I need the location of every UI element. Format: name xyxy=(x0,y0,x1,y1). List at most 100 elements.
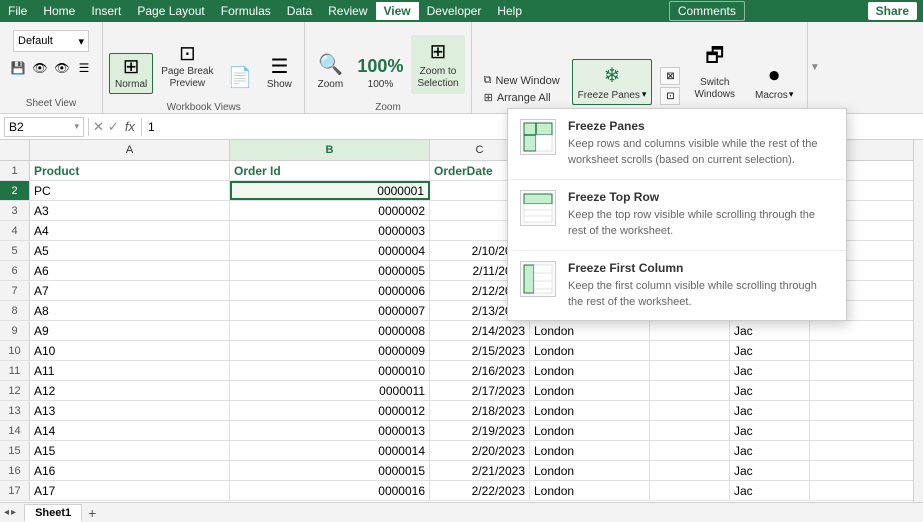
cell-b3[interactable]: 0000002 xyxy=(230,201,430,220)
col-header-b[interactable]: B xyxy=(230,140,430,160)
zoom-to-selection-button[interactable]: ⊞ Zoom toSelection xyxy=(411,35,464,94)
cell-a6[interactable]: A6 xyxy=(30,261,230,280)
vertical-scrollbar[interactable] xyxy=(913,140,923,502)
table-row[interactable]: 11 A11 0000010 2/16/2023 London Jac xyxy=(0,361,923,381)
cell-a16[interactable]: A16 xyxy=(30,461,230,480)
cell-d14[interactable]: London xyxy=(530,421,650,440)
menu-icon[interactable]: ☰ xyxy=(74,58,94,78)
cell-a14[interactable]: A14 xyxy=(30,421,230,440)
cell-a9[interactable]: A9 xyxy=(30,321,230,340)
cell-c11[interactable]: 2/16/2023 xyxy=(430,361,530,380)
cell-e10[interactable] xyxy=(650,341,730,360)
name-box-dropdown[interactable]: ▾ xyxy=(74,121,79,132)
menu-view[interactable]: View xyxy=(376,2,419,20)
cell-a5[interactable]: A5 xyxy=(30,241,230,260)
show-button[interactable]: ☰ Show xyxy=(260,53,298,94)
cell-d13[interactable]: London xyxy=(530,401,650,420)
cell-e15[interactable] xyxy=(650,441,730,460)
cell-c9[interactable]: 2/14/2023 xyxy=(430,321,530,340)
name-box[interactable]: B2 ▾ xyxy=(4,117,84,137)
cell-f13[interactable]: Jac xyxy=(730,401,810,420)
table-row[interactable]: 13 A13 0000012 2/18/2023 London Jac xyxy=(0,401,923,421)
cell-b16[interactable]: 0000015 xyxy=(230,461,430,480)
cell-c15[interactable]: 2/20/2023 xyxy=(430,441,530,460)
cell-f10[interactable]: Jac xyxy=(730,341,810,360)
sheet-view-dropdown[interactable]: Default ▾ xyxy=(13,30,89,52)
menu-developer[interactable]: Developer xyxy=(419,2,490,20)
menu-data[interactable]: Data xyxy=(279,2,320,20)
cell-a1[interactable]: Product xyxy=(30,161,230,180)
page-break-preview-button[interactable]: ⊡ Page BreakPreview xyxy=(155,40,219,94)
add-sheet-button[interactable]: + xyxy=(88,505,96,521)
cell-b15[interactable]: 0000014 xyxy=(230,441,430,460)
eye2-icon[interactable]: 👁 xyxy=(52,58,72,78)
cell-e13[interactable] xyxy=(650,401,730,420)
cell-b8[interactable]: 0000007 xyxy=(230,301,430,320)
cell-a4[interactable]: A4 xyxy=(30,221,230,240)
sheet-next-icon[interactable]: ▸ xyxy=(11,507,16,518)
cell-d15[interactable]: London xyxy=(530,441,650,460)
cell-a15[interactable]: A15 xyxy=(30,441,230,460)
cell-b11[interactable]: 0000010 xyxy=(230,361,430,380)
table-row[interactable]: 16 A16 0000015 2/21/2023 London Jac xyxy=(0,461,923,481)
macros-button[interactable]: ⏺ Macros ▾ xyxy=(749,61,799,105)
eye-icon[interactable]: 👁 xyxy=(30,58,50,78)
cell-b4[interactable]: 0000003 xyxy=(230,221,430,240)
cell-a3[interactable]: A3 xyxy=(30,201,230,220)
cell-d11[interactable]: London xyxy=(530,361,650,380)
switch-windows-button[interactable]: 🗗 SwitchWindows xyxy=(688,37,741,105)
cell-f17[interactable]: Jac xyxy=(730,481,810,500)
cell-c16[interactable]: 2/21/2023 xyxy=(430,461,530,480)
cell-e11[interactable] xyxy=(650,361,730,380)
cell-a11[interactable]: A11 xyxy=(30,361,230,380)
zoom-button[interactable]: 🔍 Zoom xyxy=(311,48,349,94)
cell-d16[interactable]: London xyxy=(530,461,650,480)
cell-b2[interactable]: 0000001 xyxy=(230,181,430,200)
cell-c12[interactable]: 2/17/2023 xyxy=(430,381,530,400)
cell-b9[interactable]: 0000008 xyxy=(230,321,430,340)
cell-b6[interactable]: 0000005 xyxy=(230,261,430,280)
cell-b5[interactable]: 0000004 xyxy=(230,241,430,260)
cell-b12[interactable]: 0000011 xyxy=(230,381,430,400)
sheet-prev-icon[interactable]: ◂ xyxy=(4,507,9,518)
cell-f15[interactable]: Jac xyxy=(730,441,810,460)
cell-f11[interactable]: Jac xyxy=(730,361,810,380)
cell-b14[interactable]: 0000013 xyxy=(230,421,430,440)
menu-help[interactable]: Help xyxy=(489,2,530,20)
menu-home[interactable]: Home xyxy=(35,2,83,20)
menu-page-layout[interactable]: Page Layout xyxy=(129,2,212,20)
cell-b1[interactable]: Order Id xyxy=(230,161,430,180)
save-icon[interactable]: 💾 xyxy=(8,58,28,78)
table-row[interactable]: 17 A17 0000016 2/22/2023 London Jac xyxy=(0,481,923,501)
freeze-top-row-item[interactable]: Freeze Top Row Keep the top row visible … xyxy=(508,180,846,251)
menu-insert[interactable]: Insert xyxy=(83,2,129,20)
cell-d12[interactable]: London xyxy=(530,381,650,400)
cell-b10[interactable]: 0000009 xyxy=(230,341,430,360)
cell-a2[interactable]: PC xyxy=(30,181,230,200)
cell-a10[interactable]: A10 xyxy=(30,341,230,360)
cell-e16[interactable] xyxy=(650,461,730,480)
cell-d9[interactable]: London xyxy=(530,321,650,340)
cell-c13[interactable]: 2/18/2023 xyxy=(430,401,530,420)
zoom-100-button[interactable]: 100% 100% xyxy=(351,52,409,94)
cell-a7[interactable]: A7 xyxy=(30,281,230,300)
cell-f16[interactable]: Jac xyxy=(730,461,810,480)
table-row[interactable]: 15 A15 0000014 2/20/2023 London Jac xyxy=(0,441,923,461)
cell-c14[interactable]: 2/19/2023 xyxy=(430,421,530,440)
sheet-tab-sheet1[interactable]: Sheet1 xyxy=(24,504,82,522)
cell-b17[interactable]: 0000016 xyxy=(230,481,430,500)
cell-f12[interactable]: Jac xyxy=(730,381,810,400)
col-header-a[interactable]: A xyxy=(30,140,230,160)
cell-f14[interactable]: Jac xyxy=(730,421,810,440)
new-window-button[interactable]: ⧉ New Window xyxy=(480,73,564,88)
menu-formulas[interactable]: Formulas xyxy=(213,2,279,20)
arrange-all-button[interactable]: ⊞ Arrange All xyxy=(480,90,564,105)
cell-c17[interactable]: 2/22/2023 xyxy=(430,481,530,500)
cell-e9[interactable] xyxy=(650,321,730,340)
normal-button[interactable]: ⊞ Normal xyxy=(109,53,153,94)
table-row[interactable]: 9 A9 0000008 2/14/2023 London Jac xyxy=(0,321,923,341)
cell-a8[interactable]: A8 xyxy=(30,301,230,320)
comments-button[interactable]: Comments xyxy=(669,1,745,21)
cell-d10[interactable]: London xyxy=(530,341,650,360)
menu-review[interactable]: Review xyxy=(320,2,375,20)
